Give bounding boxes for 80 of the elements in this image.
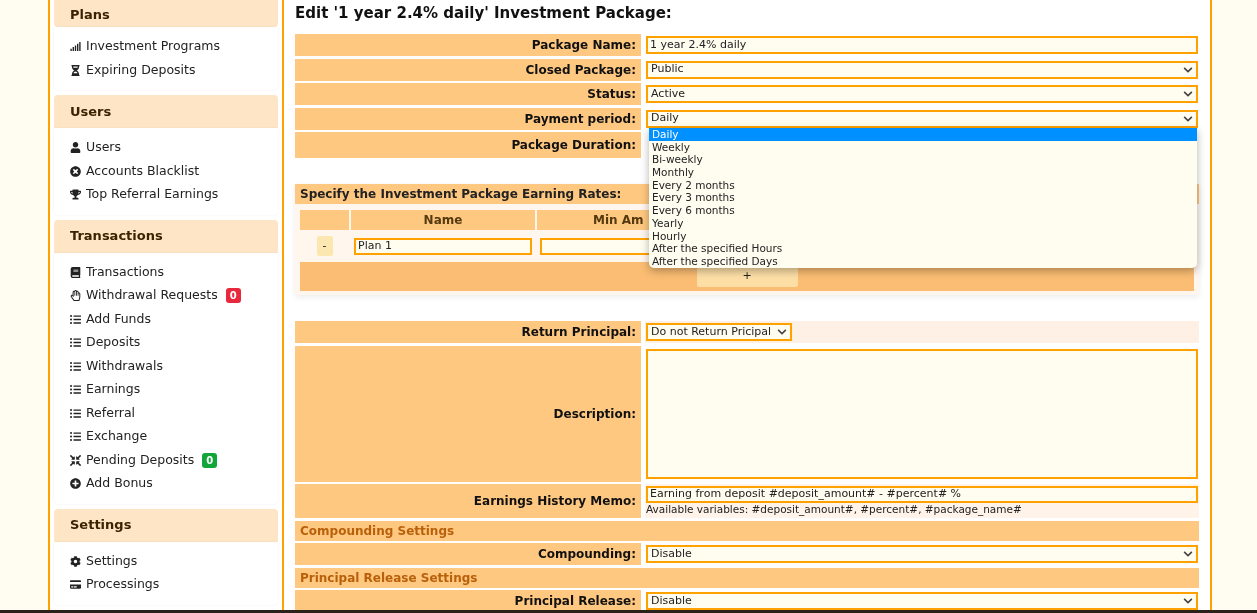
field-label: Description: [295, 345, 641, 482]
sidebar-heading: Transactions [54, 219, 278, 253]
chevron-down-icon [1183, 89, 1193, 99]
chevron-down-icon [1183, 549, 1193, 559]
section-heading: Compounding Settings [295, 520, 1199, 541]
chevron-down-icon [1183, 64, 1193, 75]
select-field[interactable]: Disable [646, 545, 1198, 563]
user-icon [70, 142, 81, 154]
sidebar-heading: Users [54, 95, 278, 128]
column-header: Name [351, 210, 535, 230]
select-field[interactable]: Active [646, 85, 1198, 103]
signal-icon [70, 41, 81, 53]
header-cell [300, 210, 349, 230]
sidebar-link[interactable]: Users [86, 138, 121, 158]
sidebar-link[interactable]: Processings [86, 575, 160, 595]
sidebar-link[interactable]: Deposits [86, 333, 141, 353]
select-field[interactable]: Disable [646, 592, 1198, 610]
chevron-down-icon [1183, 113, 1193, 124]
field-label: Status: [295, 83, 641, 105]
list-icon [70, 337, 81, 349]
sidebar-link[interactable]: Referral [86, 403, 136, 423]
dropdown-option[interactable]: Yearly [649, 216, 1197, 230]
dropdown-option[interactable]: After the specified Hours [649, 242, 1197, 255]
count-badge: 0 [202, 452, 218, 468]
text-field[interactable]: 1 year 2.4% daily [646, 36, 1198, 54]
sidebar-link[interactable]: Transactions [86, 262, 165, 282]
hourglass-icon [70, 64, 81, 76]
remove-button[interactable]: - [316, 236, 333, 256]
sidebar-link[interactable]: Pending Deposits [86, 450, 195, 470]
dropdown-option[interactable]: Hourly [649, 229, 1197, 243]
field-label: Payment period: [295, 107, 641, 130]
sidebar-link[interactable]: Investment Programs [86, 37, 221, 57]
field-label: Return Principal: [295, 321, 641, 343]
trophy-icon [70, 189, 81, 201]
sidebar-heading: Settings [54, 508, 278, 542]
sidebar-link[interactable]: Settings [86, 551, 138, 571]
sidebar-heading: Plans [54, 0, 278, 27]
compress-icon [70, 454, 81, 466]
sidebar-link[interactable]: Accounts Blacklist [86, 161, 200, 181]
select-field[interactable]: Do not Return Pricipal [646, 323, 793, 341]
sidebar-link[interactable]: Exchange [86, 427, 148, 447]
field-label: Compounding: [295, 543, 641, 565]
add-button[interactable]: + [696, 266, 798, 287]
hand-icon [70, 290, 81, 302]
field-label: Package Name: [295, 34, 641, 56]
field-label: Package Duration: [295, 132, 641, 158]
dropdown-option[interactable]: Every 3 months [649, 191, 1197, 205]
chevron-down-icon [777, 327, 788, 337]
description-textarea[interactable] [646, 348, 1198, 479]
dropdown-option[interactable]: Monthly [649, 166, 1197, 179]
dropdown-option[interactable]: Weekly [649, 140, 1197, 154]
list-icon [70, 431, 81, 443]
field-label: Earnings History Memo: [295, 484, 641, 518]
sidebar-link[interactable]: Top Referral Earnings [86, 185, 219, 205]
sidebar-link[interactable]: Withdrawal Requests [86, 286, 218, 306]
field-label: Principal Release: [295, 590, 641, 612]
book-icon [70, 266, 81, 278]
sidebar-link[interactable]: Expiring Deposits [86, 60, 196, 80]
list-icon [70, 360, 81, 372]
sidebar-link[interactable]: Withdrawals [86, 356, 163, 376]
count-badge: 0 [225, 288, 241, 304]
page-title: Edit '1 year 2.4% daily' Investment Package: [295, 3, 673, 24]
list-icon [70, 313, 81, 325]
field-label: Closed Package: [295, 58, 641, 81]
chevron-down-icon [1183, 596, 1193, 606]
credit-card-icon [70, 579, 81, 591]
select-field[interactable]: Daily [646, 109, 1198, 128]
dropdown-option[interactable]: After the specified Days [649, 254, 1197, 268]
select-field[interactable]: Public [646, 60, 1198, 79]
sidebar-link[interactable]: Add Funds [86, 309, 151, 329]
section-heading: Principal Release Settings [295, 567, 1199, 588]
list-icon [70, 384, 81, 396]
hint-text: Available variables: #deposit_amount#, #percent#, #package_name# [646, 503, 1023, 516]
list-icon [70, 407, 81, 419]
sidebar-link[interactable]: Add Bonus [86, 474, 153, 494]
sidebar-link[interactable]: Earnings [86, 380, 141, 400]
text-field[interactable]: Plan 1 [354, 237, 532, 255]
settings-icon [70, 555, 81, 567]
dropdown-option[interactable]: Bi-weekly [649, 153, 1197, 167]
text-field[interactable]: Earning from deposit #deposit_amount# - #percent# % [646, 486, 1198, 503]
